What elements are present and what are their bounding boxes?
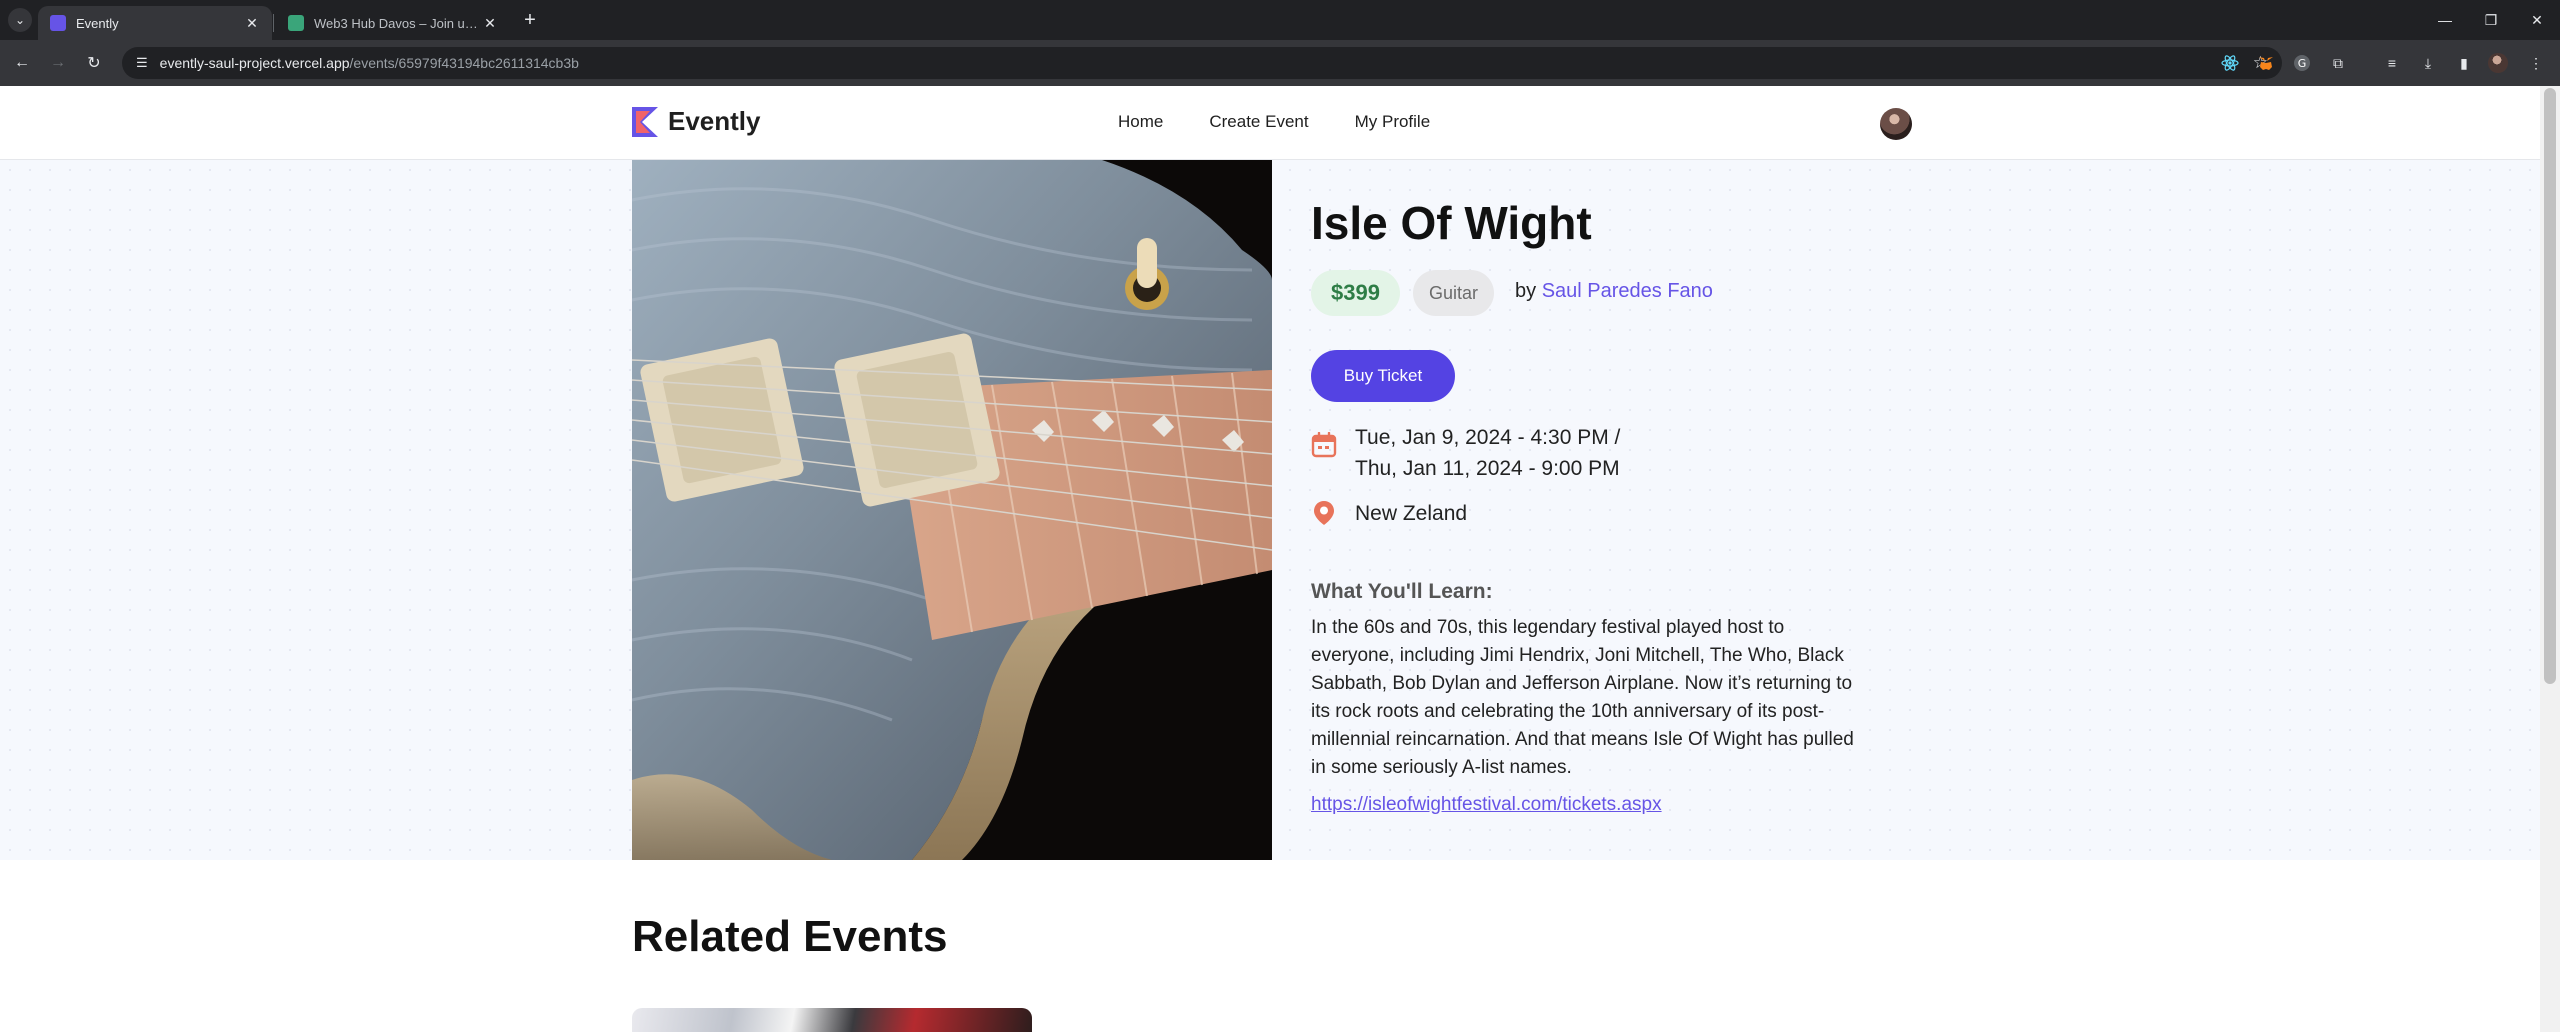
react-devtools-icon[interactable] <box>2218 51 2242 75</box>
minimize-button[interactable]: — <box>2422 0 2468 40</box>
close-tab-icon[interactable]: ✕ <box>482 15 498 32</box>
nav-my-profile[interactable]: My Profile <box>1355 112 1431 132</box>
url-text: evently-saul-project.vercel.app/events/6… <box>159 55 579 71</box>
tab-title: Web3 Hub Davos – Join us at the <box>314 15 482 31</box>
new-tab-button[interactable]: + <box>518 8 542 32</box>
event-url-link[interactable]: https://isleofwightfestival.com/tickets.… <box>1311 794 1662 816</box>
forward-button[interactable]: → <box>46 51 70 75</box>
extensions-puzzle-icon[interactable]: ⧉ <box>2326 51 2350 75</box>
brand-name: Evently <box>668 106 761 136</box>
brand-logo[interactable]: Evently <box>632 106 761 137</box>
organizer-name[interactable]: Saul Paredes Fano <box>1542 280 1713 302</box>
location-text: New Zeland <box>1355 502 1468 525</box>
guitar-image-illustration <box>632 160 1272 860</box>
web3-favicon-icon <box>288 15 304 31</box>
chrome-menu-icon[interactable]: ⋮ <box>2524 51 2548 75</box>
close-tab-icon[interactable]: ✕ <box>244 15 260 32</box>
main-nav: Home Create Event My Profile <box>1118 112 1476 132</box>
back-button[interactable]: ← <box>10 51 34 75</box>
event-title: Isle Of Wight <box>1311 197 1592 249</box>
organizer-line: by Saul Paredes Fano <box>1515 280 1713 303</box>
tab-separator <box>273 14 274 32</box>
date-range: Tue, Jan 9, 2024 - 4:30 PM / Thu, Jan 11… <box>1355 422 1620 484</box>
media-controls-icon[interactable]: ≡ <box>2380 51 2404 75</box>
scrollbar-thumb[interactable] <box>2544 88 2556 684</box>
downloads-icon[interactable]: ⤓ <box>2416 51 2440 75</box>
tab-search-button[interactable]: ⌄ <box>8 8 32 32</box>
reload-button[interactable]: ↻ <box>82 51 106 75</box>
nav-create-event[interactable]: Create Event <box>1209 112 1308 132</box>
location-pin-icon <box>1311 500 1337 526</box>
tab-title: Evently <box>76 15 119 31</box>
evently-favicon-icon <box>50 15 66 31</box>
learn-heading: What You'll Learn: <box>1311 580 1493 603</box>
category-badge: Guitar <box>1413 270 1495 316</box>
site-info-icon[interactable]: ☰ <box>136 55 148 71</box>
end-date: Thu, Jan 11, 2024 - 9:00 PM <box>1355 457 1620 480</box>
price-badge: $399 <box>1311 270 1400 316</box>
related-events-heading: Related Events <box>632 912 948 961</box>
event-location: New Zeland <box>1311 500 1467 528</box>
side-panel-icon[interactable]: ▮ <box>2452 51 2476 75</box>
close-window-button[interactable]: ✕ <box>2514 0 2560 40</box>
metamask-icon[interactable] <box>2254 51 2278 75</box>
tab-web3-hub[interactable]: Web3 Hub Davos – Join us at the ✕ <box>276 6 510 40</box>
start-date: Tue, Jan 9, 2024 - 4:30 PM / <box>1355 426 1621 449</box>
nav-home[interactable]: Home <box>1118 112 1163 132</box>
page-scrollbar[interactable] <box>2540 86 2560 1032</box>
tab-evently[interactable]: Evently ✕ <box>38 6 272 40</box>
event-image <box>632 160 1272 860</box>
event-dates: Tue, Jan 9, 2024 - 4:30 PM / Thu, Jan 11… <box>1311 422 1620 484</box>
calendar-icon <box>1311 431 1337 458</box>
by-prefix: by <box>1515 280 1537 302</box>
site-header: Evently Home Create Event My Profile <box>0 86 2540 160</box>
related-event-card[interactable] <box>632 1008 1032 1032</box>
browser-tab-strip: ⌄ Evently ✕ Web3 Hub Davos – Join us at … <box>0 0 2560 40</box>
profile-avatar-icon[interactable] <box>2486 51 2510 75</box>
buy-ticket-button[interactable]: Buy Ticket <box>1311 350 1455 402</box>
evently-logo-icon <box>632 106 658 137</box>
page-viewport: Evently Home Create Event My Profile Isl… <box>0 86 2540 1032</box>
user-avatar[interactable] <box>1880 108 1912 140</box>
svg-text:G: G <box>2298 57 2307 70</box>
event-description: In the 60s and 70s, this legendary festi… <box>1311 617 1854 778</box>
address-bar[interactable]: ☰ evently-saul-project.vercel.app/events… <box>122 47 2282 79</box>
restore-button[interactable]: ❐ <box>2468 0 2514 40</box>
extension-g-icon[interactable]: G <box>2290 51 2314 75</box>
